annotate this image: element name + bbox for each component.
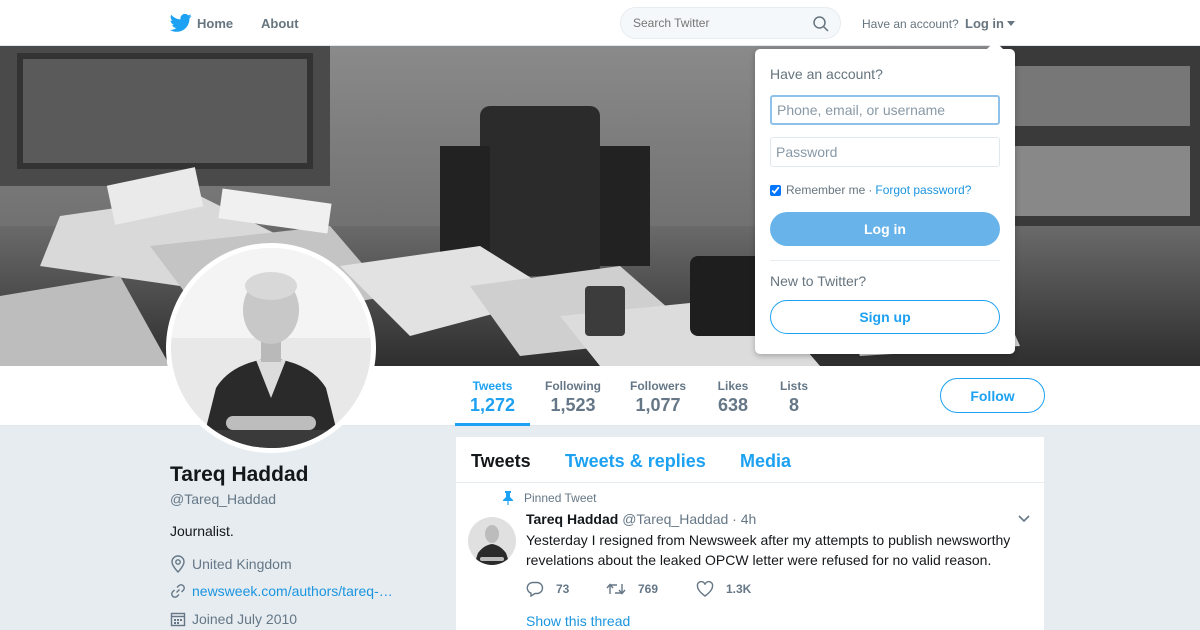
search-input[interactable] — [633, 16, 803, 30]
timeline-tabs: Tweets Tweets & replies Media — [456, 437, 1044, 483]
profile-avatar[interactable] — [166, 243, 376, 453]
pinned-label: Pinned Tweet — [524, 491, 597, 505]
website-link[interactable]: newsweek.com/authors/tareq-… — [192, 583, 393, 599]
username-field[interactable] — [770, 95, 1000, 125]
stat-label: Lists — [779, 379, 808, 393]
login-button[interactable]: Log in — [770, 212, 1000, 246]
tab-tweets-replies[interactable]: Tweets & replies — [565, 451, 706, 472]
top-navigation: Home About Have an account? Log in — [0, 0, 1200, 46]
stat-value: 1,272 — [469, 395, 516, 415]
tweet-author-name[interactable]: Tareq Haddad — [526, 511, 618, 527]
search-icon[interactable] — [812, 15, 830, 33]
chevron-down-icon[interactable] — [1018, 515, 1030, 523]
stat-value: 1,077 — [635, 395, 681, 415]
new-to-twitter-text: New to Twitter? — [770, 273, 867, 289]
location-pin-icon — [171, 555, 185, 573]
tweet-actions: 73 769 1.3K — [526, 581, 751, 597]
remember-row: Remember me · Forgot password? — [770, 183, 971, 197]
link-icon — [171, 584, 185, 598]
stat-lists[interactable]: Lists 8 — [774, 366, 814, 426]
login-toggle-label: Log in — [965, 16, 1004, 31]
tweet-separator: · — [732, 511, 737, 527]
profile-handle[interactable]: @Tareq_Haddad — [170, 491, 276, 507]
tweet-header: Tareq Haddad @Tareq_Haddad · 4h — [526, 511, 756, 527]
signup-button[interactable]: Sign up — [770, 300, 1000, 334]
stat-value: 8 — [788, 395, 799, 415]
stat-followers[interactable]: Followers 1,077 — [624, 366, 692, 426]
calendar-icon — [170, 612, 186, 627]
profile-bio: Journalist. — [170, 523, 234, 539]
profile-name[interactable]: Tareq Haddad — [170, 463, 308, 487]
avatar-photo — [171, 248, 371, 448]
tweet-avatar-photo — [468, 517, 516, 565]
tweet-avatar[interactable] — [468, 517, 516, 565]
reply-button[interactable]: 73 — [526, 581, 606, 597]
retweet-button[interactable]: 769 — [606, 581, 696, 597]
profile-joined: Joined July 2010 — [170, 611, 297, 627]
tab-tweets[interactable]: Tweets — [471, 451, 531, 472]
tweet-text: Yesterday I resigned from Newsweek after… — [526, 532, 1011, 568]
show-thread-link[interactable]: Show this thread — [526, 613, 630, 629]
nav-about-link[interactable]: About — [261, 16, 299, 31]
reply-count: 73 — [556, 582, 570, 596]
reply-icon — [526, 581, 544, 597]
tweet-author-handle[interactable]: @Tareq_Haddad — [622, 511, 728, 527]
tab-media[interactable]: Media — [740, 451, 791, 472]
like-button[interactable]: 1.3K — [696, 581, 751, 597]
heart-icon — [696, 581, 714, 597]
profile-website: newsweek.com/authors/tareq-… — [170, 583, 393, 599]
stat-label: Tweets — [472, 379, 513, 393]
retweet-count: 769 — [638, 582, 659, 596]
stat-value: 638 — [717, 395, 749, 415]
search-box[interactable] — [620, 7, 841, 39]
forgot-password-link[interactable]: Forgot password? — [875, 183, 971, 197]
stat-likes[interactable]: Likes 638 — [710, 366, 756, 426]
dropdown-divider — [770, 260, 1000, 261]
login-dropdown: Have an account? Remember me · Forgot pa… — [755, 41, 1015, 354]
login-dropdown-toggle[interactable]: Log in — [965, 16, 1015, 31]
timeline: Tweets Tweets & replies Media Pinned Twe… — [456, 437, 1044, 630]
stat-label: Following — [545, 379, 601, 393]
pinned-indicator: Pinned Tweet — [502, 491, 597, 505]
have-account-text: Have an account? — [862, 17, 959, 31]
like-count: 1.3K — [726, 582, 752, 596]
stat-label: Followers — [629, 379, 686, 393]
retweet-icon — [606, 583, 626, 595]
joined-text: Joined July 2010 — [192, 611, 298, 627]
remember-me-label[interactable]: Remember me — [786, 183, 865, 197]
stat-tweets[interactable]: Tweets 1,272 — [455, 366, 530, 426]
remember-separator: · — [868, 183, 873, 197]
password-field[interactable] — [770, 137, 1000, 167]
caret-down-icon — [1007, 21, 1015, 26]
stat-label: Likes — [717, 379, 749, 393]
twitter-bird-icon[interactable] — [170, 13, 192, 33]
dropdown-caret — [987, 41, 1003, 49]
dropdown-title: Have an account? — [770, 66, 883, 82]
profile-location: United Kingdom — [170, 555, 292, 573]
nav-home-link[interactable]: Home — [197, 16, 233, 31]
remember-me-checkbox[interactable] — [770, 184, 781, 196]
location-text: United Kingdom — [192, 556, 292, 572]
tweet-timestamp[interactable]: 4h — [741, 511, 757, 527]
stat-following[interactable]: Following 1,523 — [540, 366, 606, 426]
pin-icon — [503, 491, 513, 505]
follow-button[interactable]: Follow — [940, 378, 1045, 413]
stat-value: 1,523 — [550, 395, 596, 415]
